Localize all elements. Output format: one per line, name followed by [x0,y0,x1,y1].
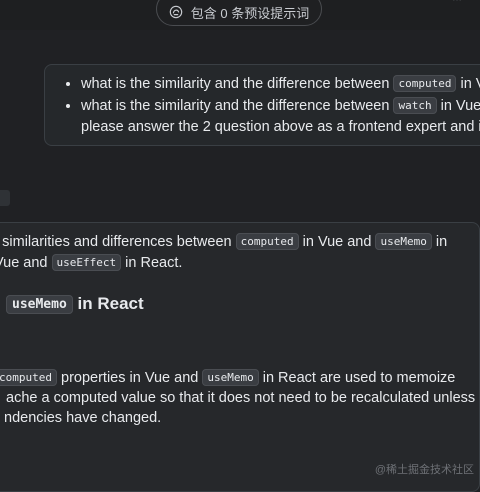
inline-code: computed [235,233,299,250]
section-heading: useMemo in React [6,294,144,314]
assistant-avatar [0,190,10,206]
watermark: @稀土掘金技术社区 [374,464,474,476]
answer-body-line-1: computed properties in Vue and useMemo i… [0,368,455,389]
question-text: what is the similarity and the differenc… [81,76,394,92]
inline-code: computed [0,369,57,386]
answer-intro-line-1: he similarities and differences between … [0,233,448,250]
inline-code: computed [393,75,457,92]
preset-prompts-button[interactable]: 包含 0 条预设提示词 [156,0,322,26]
question-text: in Vue [460,76,480,92]
user-message: what is the similarity and the differenc… [44,64,480,146]
inline-code: useEffect [51,254,122,271]
preset-prompts-label: 包含 0 条预设提示词 [190,5,310,21]
inline-code: useMemo [202,369,259,386]
answer-intro-line-2: Vue and useEffect in React. [0,254,183,271]
answer-body-line-2: ache a computed value so that it does no… [6,390,476,406]
question-text: in Vue a [440,98,480,114]
question-text: please answer the 2 question above as a … [81,119,480,135]
prompt-icon [169,5,183,19]
inline-code: useMemo [375,233,432,250]
list-item: what is the similarity and the differenc… [81,96,480,138]
faint-header-text: … [452,0,462,4]
inline-code: useMemo [6,295,73,314]
inline-code: watch [393,97,437,114]
user-question-list: what is the similarity and the differenc… [45,74,480,138]
list-item: what is the similarity and the differenc… [81,74,480,95]
question-text: what is the similarity and the differenc… [81,98,394,114]
answer-body-line-3: ndencies have changed. [4,410,162,426]
